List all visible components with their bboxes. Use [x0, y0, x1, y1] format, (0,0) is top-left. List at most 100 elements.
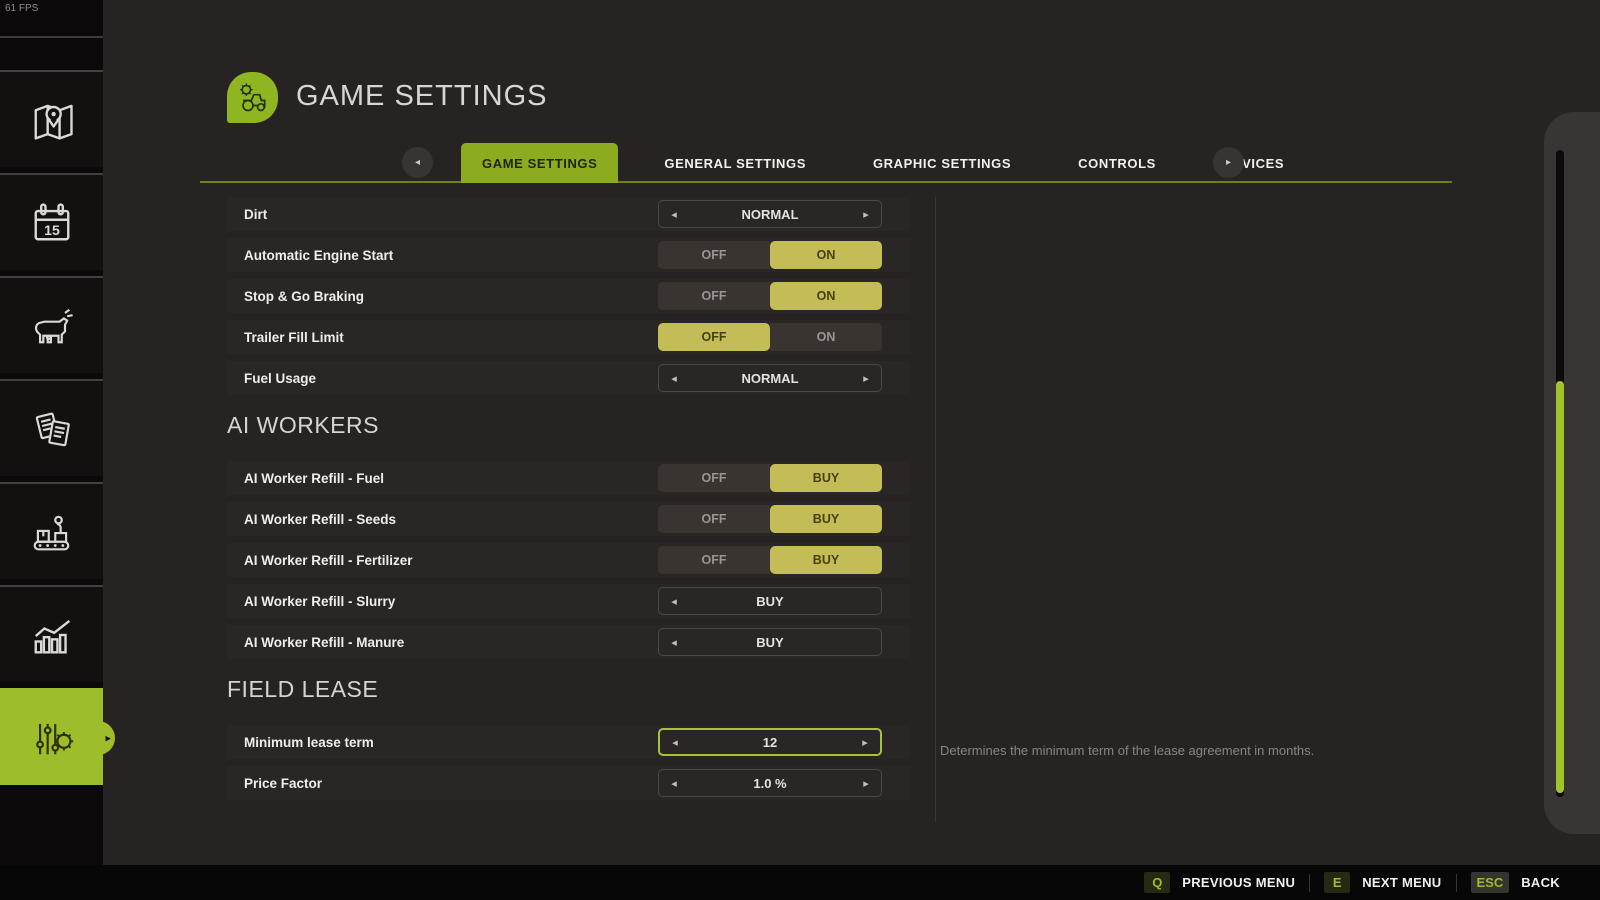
setting-control: ◂ NORMAL ▸: [658, 200, 882, 228]
option-on-button[interactable]: ON: [770, 282, 882, 310]
map-icon: [26, 94, 78, 146]
value-selector[interactable]: ◂ NORMAL ▸: [658, 364, 882, 392]
footer-separator: [1309, 873, 1311, 892]
tab-general-settings[interactable]: GENERAL SETTINGS: [643, 143, 827, 183]
setting-label: AI Worker Refill - Fertilizer: [244, 552, 413, 568]
option-off-button[interactable]: OFF: [658, 505, 770, 533]
sidebar-item-contracts[interactable]: [0, 379, 103, 476]
selector-value: 12: [762, 734, 778, 750]
sidebar-item-production[interactable]: [0, 482, 103, 579]
value-selector[interactable]: ◂ 12 ▸: [658, 728, 882, 756]
footer-separator: [1455, 873, 1457, 892]
settings-list: Dirt ◂ NORMAL ▸ Automatic Engine Start OFF ON S…: [227, 197, 910, 807]
setting-control: ◂ NORMAL ▸: [658, 364, 882, 392]
setting-row-dirt: Dirt ◂ NORMAL ▸: [227, 197, 910, 231]
prev-value-arrow[interactable]: ◂: [668, 595, 680, 608]
value-selector[interactable]: ◂BUY▸: [658, 628, 882, 656]
toggle-switch: OFF ON: [658, 282, 882, 310]
cow-icon: [26, 300, 78, 352]
option-buy-button[interactable]: BUY: [770, 464, 882, 492]
sidebar-item-statistics[interactable]: [0, 585, 103, 682]
sidebar-divider: [0, 36, 103, 38]
option-on-button[interactable]: ON: [770, 323, 882, 351]
key-badge-q: Q: [1144, 872, 1171, 893]
setting-label: Fuel Usage: [244, 370, 317, 386]
setting-label: AI Worker Refill - Slurry: [244, 593, 396, 609]
setting-row-ai-worker-refill-slurry: AI Worker Refill - Slurry◂BUY▸: [227, 584, 910, 618]
setting-control: OFF ON: [658, 323, 882, 351]
sidebar-item-map[interactable]: [0, 70, 103, 167]
setting-row-ai-worker-refill-fuel: AI Worker Refill - Fuel OFF BUY: [227, 461, 910, 495]
option-buy-button[interactable]: BUY: [770, 546, 882, 574]
next-value-arrow[interactable]: ▸: [860, 208, 872, 221]
prev-value-arrow[interactable]: ◂: [668, 372, 680, 385]
setting-control: OFF BUY: [658, 464, 882, 492]
key-badge-e: E: [1324, 872, 1351, 893]
documents-icon: [26, 403, 78, 455]
option-off-button[interactable]: OFF: [658, 323, 770, 351]
setting-control: ◂ 12 ▸: [658, 728, 882, 756]
prev-value-arrow[interactable]: ◂: [668, 777, 680, 790]
active-item-notch: [89, 720, 115, 755]
option-off-button[interactable]: OFF: [658, 282, 770, 310]
sidebar-item-calendar[interactable]: 15: [0, 173, 103, 270]
footer-hint-back[interactable]: ESC BACK: [1470, 872, 1561, 893]
setting-control: ◂ 1.0 % ▸: [658, 769, 882, 797]
tab-controls[interactable]: CONTROLS: [1057, 143, 1177, 183]
next-value-arrow[interactable]: ▸: [860, 777, 872, 790]
next-value-arrow[interactable]: ▸: [859, 736, 871, 749]
value-selector[interactable]: ◂BUY▸: [658, 587, 882, 615]
tractor-gear-icon: [239, 82, 265, 111]
scrollbar-holder: [1544, 112, 1600, 834]
setting-row-ai-worker-refill-manure: AI Worker Refill - Manure◂BUY▸: [227, 625, 910, 659]
setting-label: Stop & Go Braking: [244, 288, 365, 304]
value-selector[interactable]: ◂ NORMAL ▸: [658, 200, 882, 228]
game-settings-header-icon: [227, 72, 278, 123]
setting-control: OFF BUY: [658, 546, 882, 574]
prev-value-arrow[interactable]: ◂: [668, 208, 680, 221]
selector-value: 1.0 %: [753, 775, 787, 791]
footer-hint-label: PREVIOUS MENU: [1182, 875, 1296, 890]
production-icon: [26, 506, 78, 558]
toggle-switch: OFF BUY: [658, 464, 882, 492]
option-buy-button[interactable]: BUY: [770, 505, 882, 533]
selector-value: BUY: [756, 593, 784, 609]
setting-description: Determines the minimum term of the lease…: [940, 743, 1315, 758]
toggle-switch: OFF ON: [658, 323, 882, 351]
key-badge-esc: ESC: [1470, 872, 1510, 893]
setting-row-price-factor: Price Factor ◂ 1.0 % ▸: [227, 766, 910, 800]
prev-value-arrow[interactable]: ◂: [669, 736, 681, 749]
setting-label: Automatic Engine Start: [244, 247, 394, 263]
value-selector[interactable]: ◂ 1.0 % ▸: [658, 769, 882, 797]
sidebar: 15: [0, 0, 115, 865]
toggle-switch: OFF BUY: [658, 546, 882, 574]
prev-value-arrow[interactable]: ◂: [668, 636, 680, 649]
option-on-button[interactable]: ON: [770, 241, 882, 269]
toggle-switch: OFF ON: [658, 241, 882, 269]
scrollbar-thumb[interactable]: [1556, 381, 1564, 793]
option-off-button[interactable]: OFF: [658, 241, 770, 269]
setting-label: AI Worker Refill - Seeds: [244, 511, 397, 527]
section-title-ai-workers: AI WORKERS: [227, 412, 379, 438]
setting-label: Dirt: [244, 206, 268, 222]
tabs-next-arrow-button[interactable]: ▸: [1213, 147, 1244, 178]
tab-graphic-settings[interactable]: GRAPHIC SETTINGS: [852, 143, 1032, 183]
setting-label: Trailer Fill Limit: [244, 329, 344, 345]
option-off-button[interactable]: OFF: [658, 464, 770, 492]
tab-game-settings[interactable]: GAME SETTINGS: [461, 143, 619, 183]
setting-row-trailer-fill-limit: Trailer Fill Limit OFF ON: [227, 320, 910, 354]
sidebar-item-animals[interactable]: [0, 276, 103, 373]
footer-keybar: Q PREVIOUS MENU E NEXT MENU ESC BACK: [0, 865, 1600, 900]
footer-hint-next-menu[interactable]: E NEXT MENU: [1324, 872, 1441, 893]
selector-value: NORMAL: [741, 370, 799, 386]
footer-hint-previous-menu[interactable]: Q PREVIOUS MENU: [1144, 872, 1295, 893]
fps-counter: 61 FPS: [5, 3, 39, 14]
setting-row-minimum-lease-term: Minimum lease term ◂ 12 ▸: [227, 725, 910, 759]
content-divider: [935, 197, 936, 822]
tabs-prev-arrow-button[interactable]: ◂: [402, 147, 433, 178]
option-off-button[interactable]: OFF: [658, 546, 770, 574]
setting-control: ◂BUY▸: [658, 587, 882, 615]
next-value-arrow[interactable]: ▸: [860, 372, 872, 385]
sidebar-item-settings[interactable]: [0, 688, 115, 785]
setting-row-fuel-usage: Fuel Usage ◂ NORMAL ▸: [227, 361, 910, 395]
